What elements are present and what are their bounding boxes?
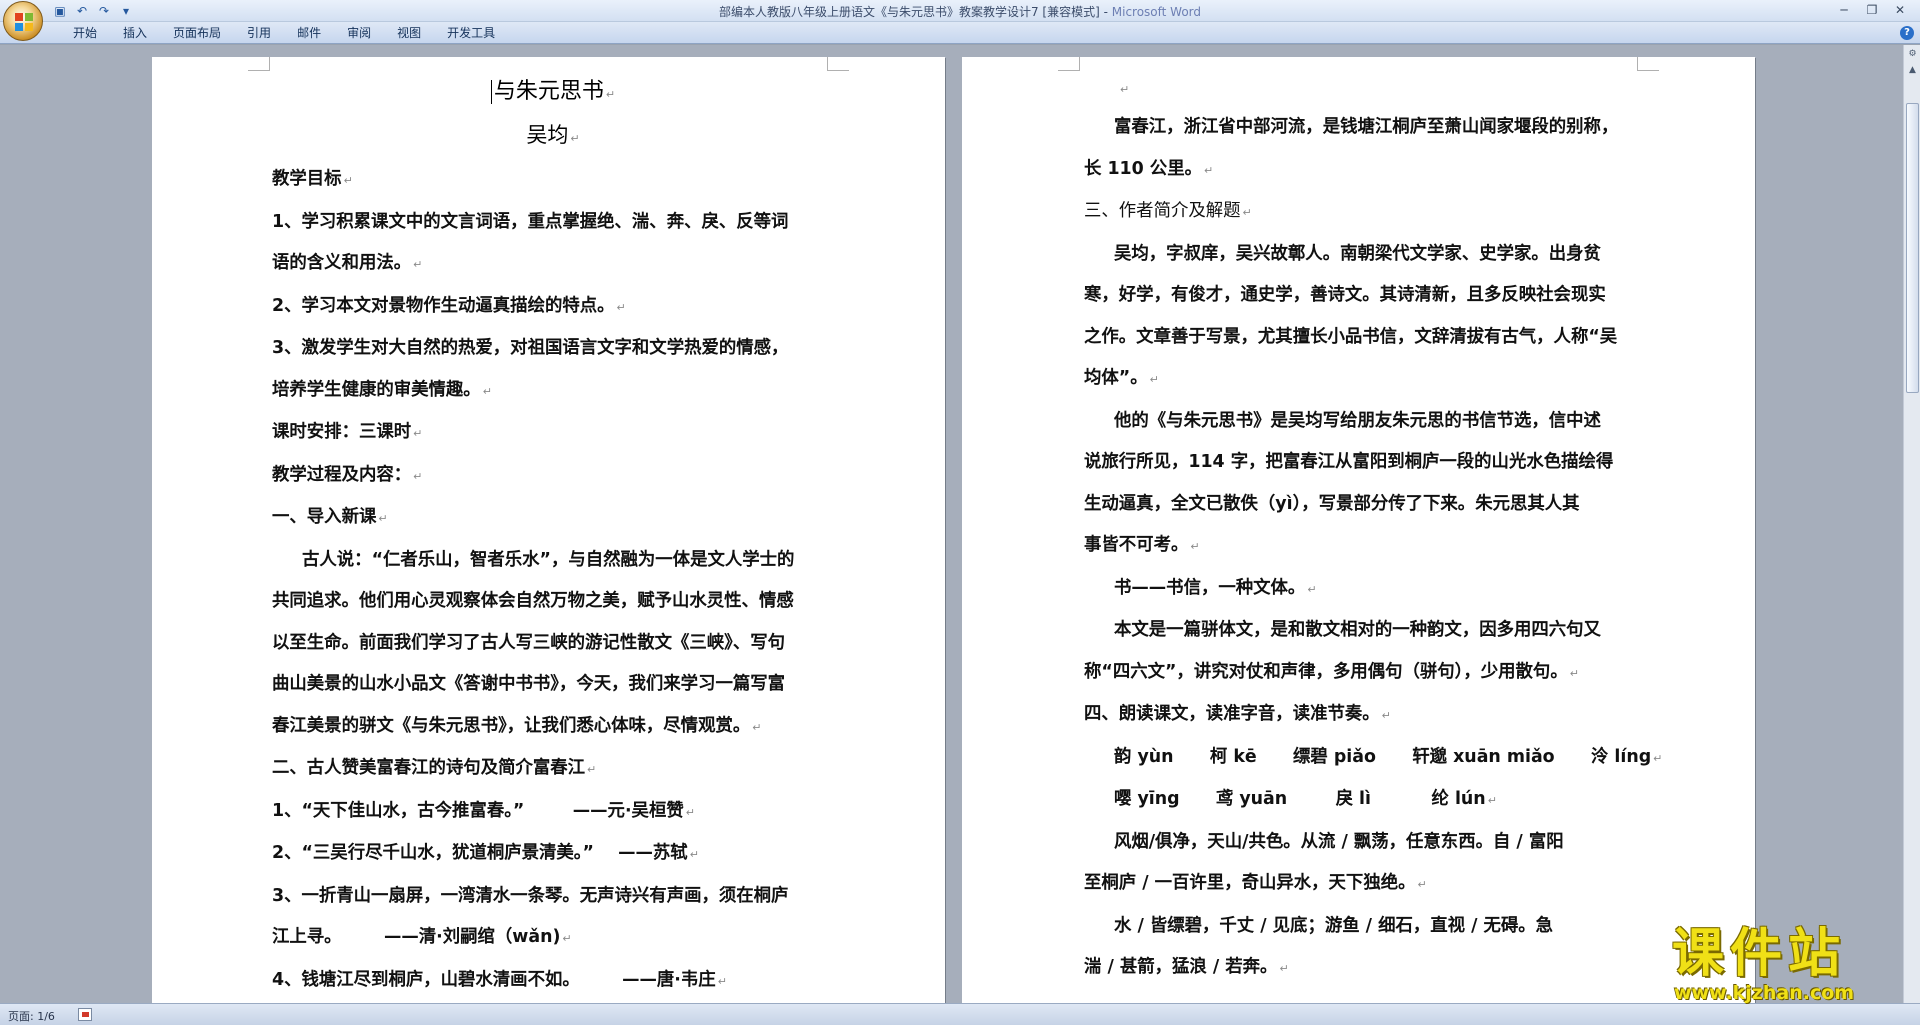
- paragraph: 生动逼真，全文已散佚（yì），写景部分传了下来。朱元思其人其: [1084, 493, 1580, 514]
- help-icon[interactable]: ?: [1900, 26, 1914, 40]
- paragraph: 曲山美景的山水小品文《答谢中书书》，今天，我们来学习一篇写富: [272, 674, 786, 694]
- margin-mark: [248, 57, 270, 71]
- document-page-1[interactable]: 与朱元思书 ↵ 吴均 ↵ 教学目标 ↵ 1、学习积累课文中的文言词语，重点掌握绝、湍、…: [152, 57, 945, 1003]
- paragraph: 吴均，字叔庠，吴兴故鄣人。南朝梁代文学家、史学家。出身贫: [1114, 243, 1601, 264]
- paragraph: 长 110 公里。 ↵: [1084, 158, 1214, 179]
- maximize-icon[interactable]: ❐: [1858, 0, 1886, 20]
- vertical-scrollbar[interactable]: ⚙ ▲: [1903, 45, 1920, 1003]
- watermark: 课件站 www.kjzhan.com: [1664, 924, 1914, 1004]
- office-logo-icon: [15, 13, 33, 31]
- paragraph: 本文是一篇骈体文，是和散文相对的一种韵文，因多用四六句又: [1114, 620, 1601, 640]
- ribbon-tab-bar: 开始 插入 页面布局 引用 邮件 审阅 视图 开发工具 ?: [0, 22, 1920, 44]
- paragraph: 湍 / 甚箭，猛浪 / 若奔。 ↵: [1084, 957, 1289, 977]
- close-icon[interactable]: ✕: [1886, 0, 1914, 20]
- paragraph: 4、钱塘江尽到桐庐，山碧水清画不如。 ——唐·韦庄 ↵: [272, 969, 727, 990]
- title-bar: ▣ ↶ ↷ ▾ 部编本人教版八年级上册语文《与朱元思书》教案教学设计7 [兼容模…: [0, 0, 1920, 22]
- paragraph: 2、“三吴行尽千山水，犹道桐庐景清美。” ——苏轼 ↵: [272, 843, 699, 863]
- paragraph: 至桐庐 / 一百许里，奇山异水，天下独绝。 ↵: [1084, 873, 1427, 893]
- document-title: 部编本人教版八年级上册语文《与朱元思书》教案教学设计7 [兼容模式] -: [718, 5, 1112, 19]
- paragraph: 教学过程及内容： ↵: [272, 464, 423, 485]
- tab-references[interactable]: 引用: [234, 22, 284, 44]
- paragraph: 二、古人赞美富春江的诗句及简介富春江 ↵: [272, 758, 597, 778]
- margin-mark: [827, 57, 849, 71]
- margin-mark: [1637, 57, 1659, 71]
- paragraph: 之作。文章善于写景，尤其擅长小品书信，文辞清拔有古气，人称“吴: [1084, 326, 1618, 347]
- status-bar: 页面: 1/6: [0, 1003, 1920, 1025]
- margin-mark: [1058, 57, 1080, 71]
- tab-page-layout[interactable]: 页面布局: [160, 22, 234, 44]
- watermark-url: www.kjzhan.com: [1674, 982, 1855, 1004]
- doc-title: 与朱元思书 ↵: [272, 71, 834, 115]
- paragraph: 以至生命。前面我们学习了古人写三峡的游记性散文《三峡》、写句: [272, 632, 786, 653]
- page-2-body: ↵ 富春江，浙江省中部河流，是钱塘江桐庐至萧山闻家堰段的别称， 长 110 公里…: [1084, 71, 1663, 990]
- paragraph: 风烟/俱净，天山/共色。从流 / 飘荡，任意东西。自 / 富阳: [1114, 831, 1564, 852]
- window-controls: ─ ❐ ✕: [1830, 0, 1914, 20]
- paragraph: 四、朗读课文，读准字音，读准节奏。 ↵: [1084, 704, 1391, 724]
- paragraph: 嘤 yīng 鸢 yuān 戾 lì 纶 lún ↵: [1114, 789, 1497, 809]
- paragraph: 2、学习本文对景物作生动逼真描绘的特点。 ↵: [272, 295, 626, 316]
- document-area[interactable]: 与朱元思书 ↵ 吴均 ↵ 教学目标 ↵ 1、学习积累课文中的文言词语，重点掌握绝、湍、…: [0, 45, 1903, 1003]
- paragraph: 三、作者简介及解题 ↵: [1084, 201, 1252, 221]
- tab-developer[interactable]: 开发工具: [434, 22, 508, 44]
- paragraph: ↵: [1120, 83, 1130, 96]
- paragraph: 课时安排：三课时 ↵: [272, 422, 423, 442]
- paragraph: 寒，好学，有俊才，通史学，善诗文。其诗清新，且多反映社会现实: [1084, 285, 1606, 305]
- tab-mailings[interactable]: 邮件: [284, 22, 334, 44]
- document-page-2[interactable]: ↵ 富春江，浙江省中部河流，是钱塘江桐庐至萧山闻家堰段的别称， 长 110 公里…: [962, 57, 1755, 1003]
- page-count[interactable]: 页面: 1/6: [8, 1008, 55, 1024]
- ruler-toggle-icon[interactable]: ⚙: [1905, 47, 1920, 61]
- paragraph: 1、学习积累课文中的文言词语，重点掌握绝、湍、奔、戾、反等词: [272, 211, 789, 232]
- paragraph: 3、一折青山一扇屏，一湾清水一条琴。无声诗兴有声画，须在桐庐: [272, 885, 789, 906]
- paragraph: 事皆不可考。 ↵: [1084, 535, 1200, 555]
- watermark-title: 课件站: [1672, 924, 1847, 984]
- app-name: Microsoft Word: [1111, 5, 1202, 19]
- paragraph: 春江美景的骈文《与朱元思书》，让我们悉心体味，尽情观赏。 ↵: [272, 715, 762, 736]
- scroll-thumb[interactable]: [1906, 103, 1919, 393]
- tab-review[interactable]: 审阅: [334, 22, 384, 44]
- tab-insert[interactable]: 插入: [110, 22, 160, 44]
- paragraph: 书——书信，一种文体。 ↵: [1114, 577, 1317, 598]
- window-title: 部编本人教版八年级上册语文《与朱元思书》教案教学设计7 [兼容模式] - Mic…: [0, 3, 1920, 20]
- paragraph: 韵 yùn 柯 kē 缥碧 piǎo 轩邈 xuān miǎo 泠 líng ↵: [1114, 746, 1663, 767]
- paragraph: 1、“天下佳山水，古今推富春。” ——元·吴桓赞 ↵: [272, 800, 695, 821]
- tab-view[interactable]: 视图: [384, 22, 434, 44]
- office-button[interactable]: [3, 1, 43, 41]
- paragraph: 江上寻。 ——清·刘嗣绾（wǎn) ↵: [272, 927, 572, 947]
- paragraph: 共同追求。他们用心灵观察体会自然万物之美，赋予山水灵性、情感: [272, 591, 794, 611]
- paragraph: 培养学生健康的审美情趣。 ↵: [272, 379, 492, 400]
- paragraph: 说旅行所见，114 字，把富春江从富阳到桐庐一段的山光水色描绘得: [1084, 452, 1614, 472]
- paragraph: 他的《与朱元思书》是吴均写给朋友朱元思的书信节选，信中述: [1114, 410, 1601, 431]
- paragraph: 语的含义和用法。 ↵: [272, 253, 423, 273]
- page-1-body: 与朱元思书 ↵ 吴均 ↵ 教学目标 ↵ 1、学习积累课文中的文言词语，重点掌握绝、湍、…: [272, 71, 834, 1002]
- paragraph: 水 / 皆缥碧，千丈 / 见底；游鱼 / 细石，直视 / 无碍。急: [1114, 915, 1554, 936]
- paragraph: 3、激发学生对大自然的热爱，对祖国语言文字和文学热爱的情感，: [272, 338, 789, 358]
- text-cursor: [490, 80, 492, 104]
- paragraph: 均体”。 ↵: [1084, 368, 1159, 388]
- proofing-icon[interactable]: [78, 1008, 92, 1021]
- paragraph: 一、导入新课 ↵: [272, 507, 388, 527]
- paragraph: 称“四六文”，讲究对仗和声律，多用偶句（骈句），少用散句。 ↵: [1084, 661, 1579, 682]
- ribbon-tabs: 开始 插入 页面布局 引用 邮件 审阅 视图 开发工具: [60, 22, 508, 44]
- paragraph: 古人说：“仁者乐山，智者乐水”，与自然融为一体是文人学士的: [302, 549, 795, 570]
- tab-home[interactable]: 开始: [60, 22, 110, 44]
- paragraph: 富春江，浙江省中部河流，是钱塘江桐庐至萧山闻家堰段的别称，: [1114, 117, 1619, 137]
- doc-author: 吴均 ↵: [526, 123, 580, 147]
- paragraph: 教学目标 ↵: [272, 169, 353, 189]
- minimize-icon[interactable]: ─: [1830, 0, 1858, 20]
- scroll-up-icon[interactable]: ▲: [1905, 63, 1920, 77]
